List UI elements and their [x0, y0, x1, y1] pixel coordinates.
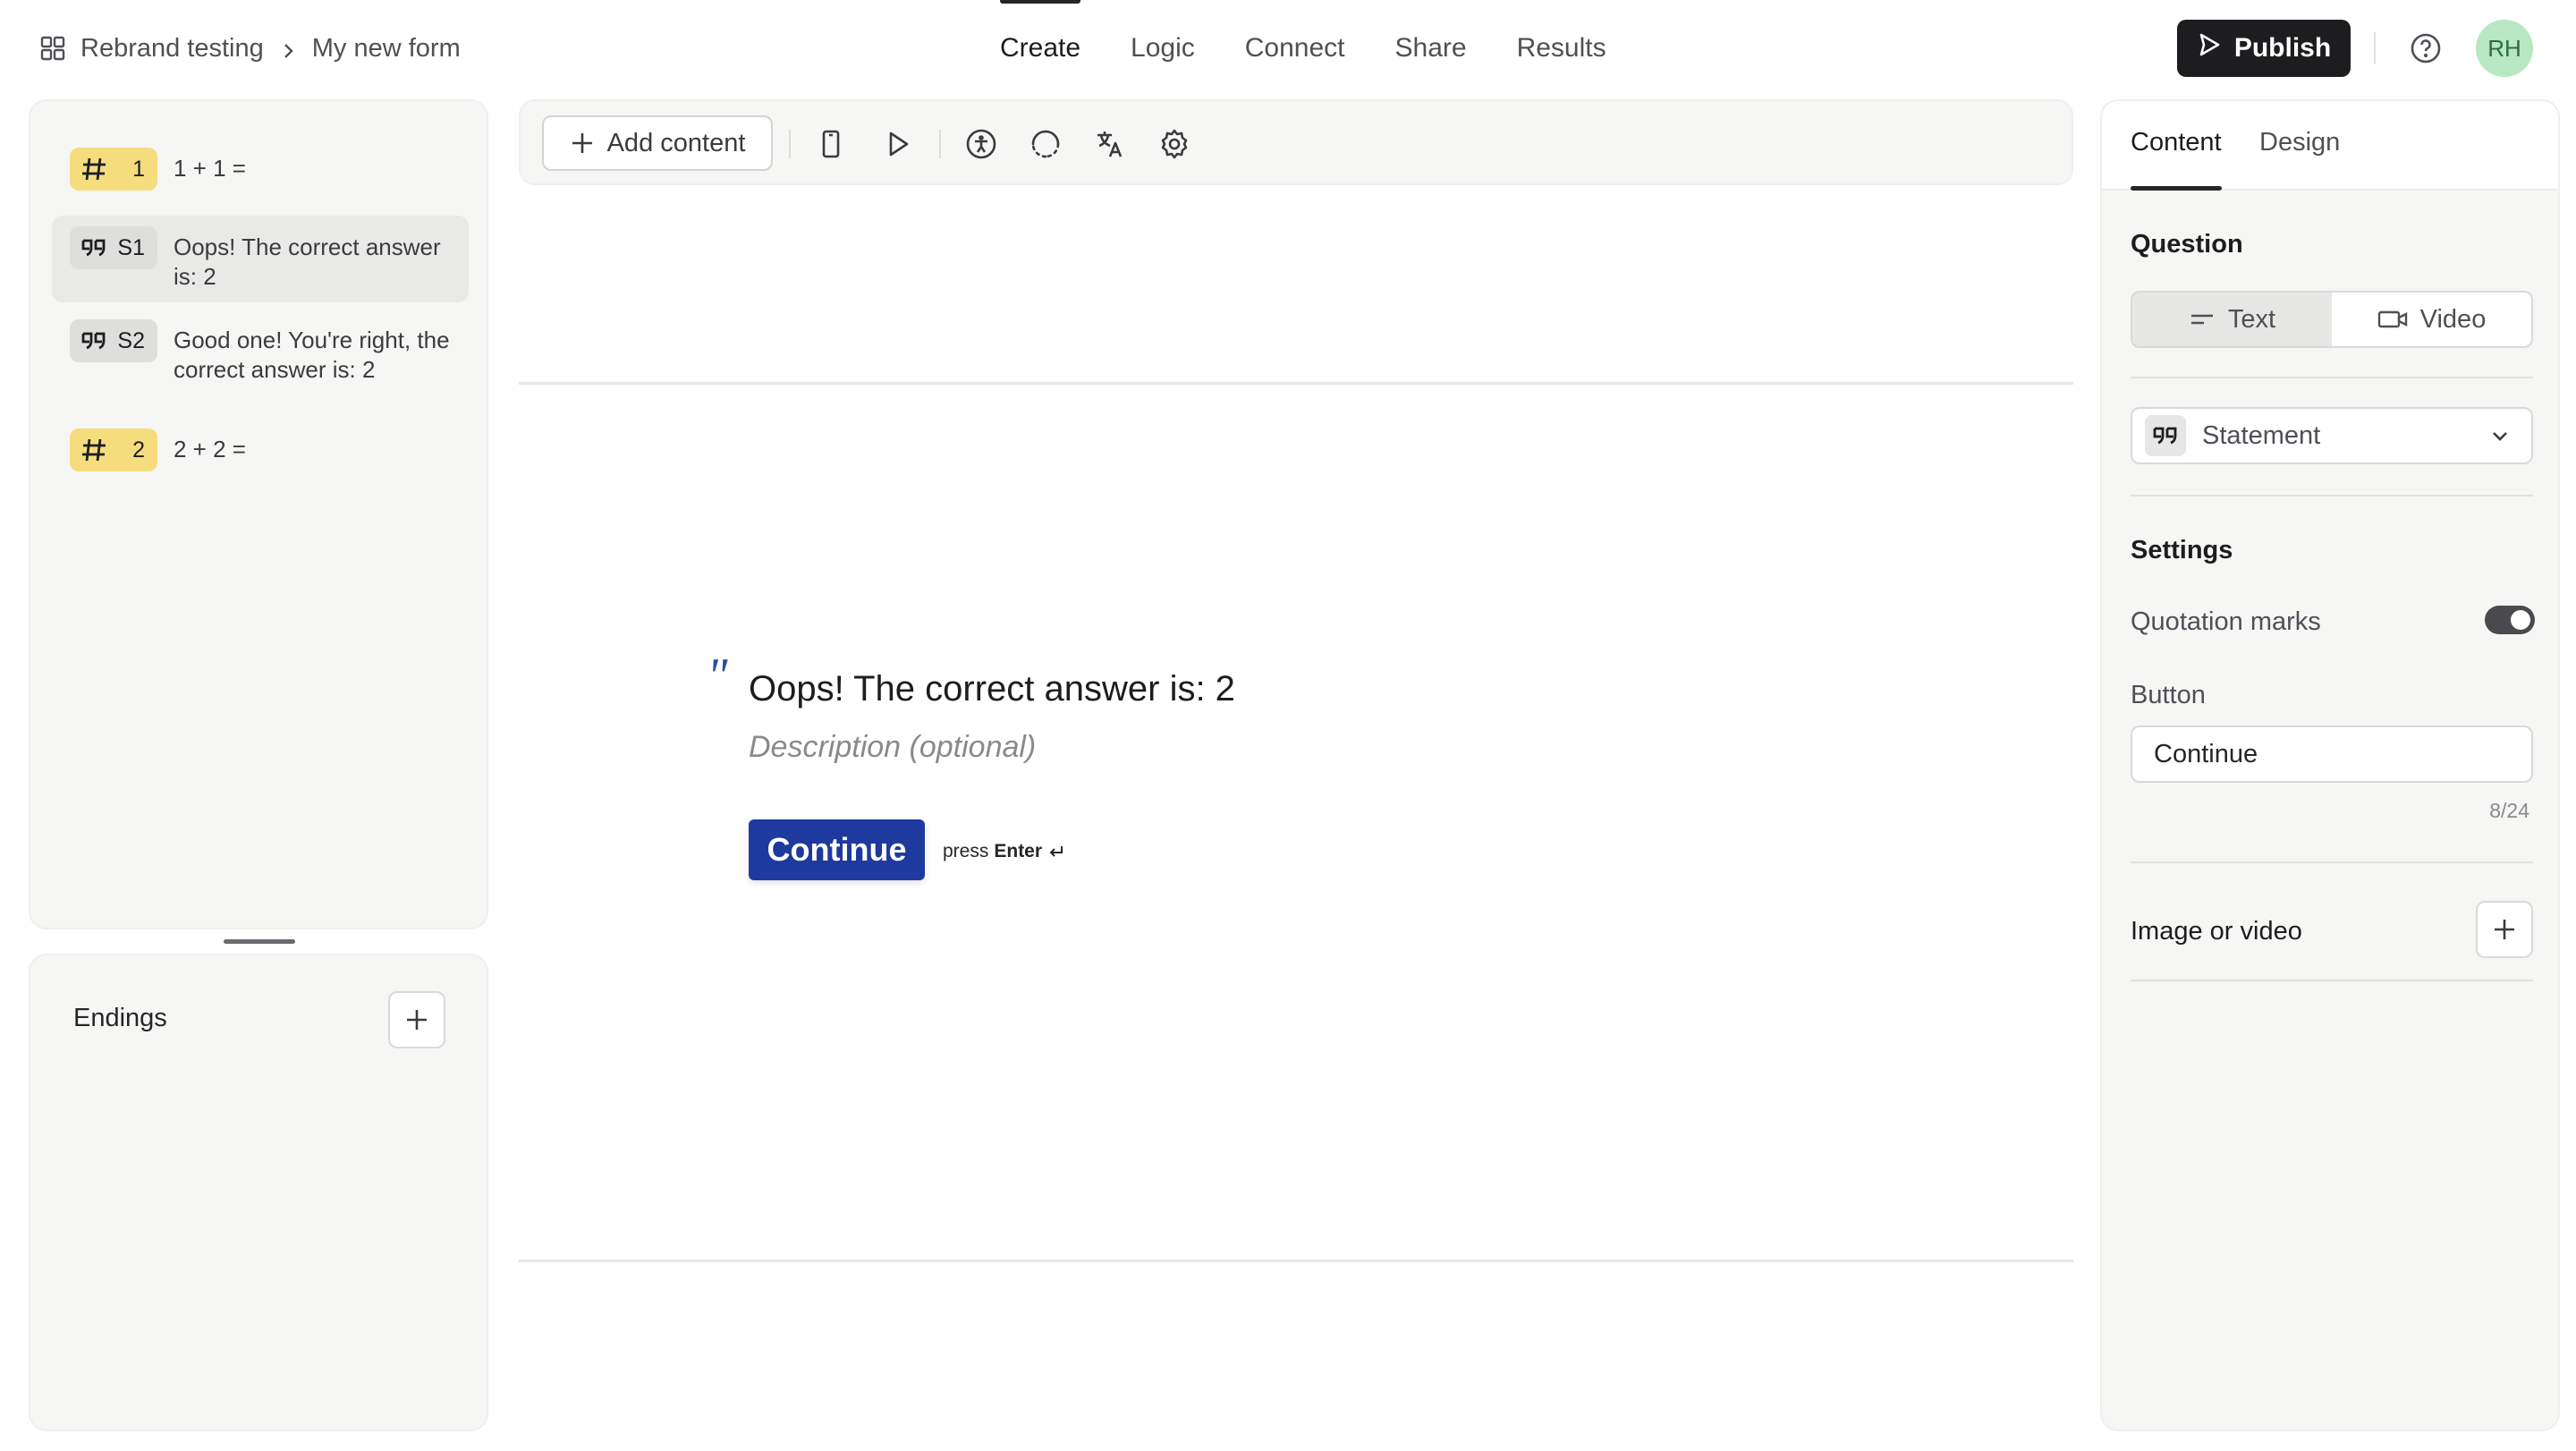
- publish-button[interactable]: Publish: [2177, 20, 2351, 77]
- question-item-selected[interactable]: S1 Oops! The correct answer is: 2: [52, 216, 469, 302]
- tab-content[interactable]: Content: [2131, 128, 2222, 191]
- avatar[interactable]: RH: [2476, 20, 2533, 77]
- add-ending-button[interactable]: [388, 991, 445, 1048]
- tab-design[interactable]: Design: [2259, 128, 2340, 189]
- toolbar-divider: [789, 130, 791, 158]
- tab-share[interactable]: Share: [1370, 0, 1492, 97]
- continue-button[interactable]: Continue: [749, 819, 925, 880]
- question-number: 2: [132, 437, 145, 462]
- statement-number: S1: [117, 234, 145, 260]
- main-nav: Create Logic Connect Share Results: [975, 0, 1631, 97]
- properties-tabs: Content Design: [2102, 101, 2558, 191]
- properties-panel: Content Design Question Text Video State…: [2100, 99, 2560, 1431]
- video-option-label: Video: [2419, 304, 2487, 334]
- add-content-label: Add content: [606, 128, 746, 157]
- accessibility-icon[interactable]: [964, 127, 998, 161]
- question-list-panel: 1 1 + 1 = S1 Oops! The correct answer is…: [29, 99, 488, 929]
- statement-number: S2: [117, 327, 145, 353]
- quote-icon: [81, 332, 106, 350]
- toolbar-divider: [939, 130, 941, 158]
- section-divider: [2131, 861, 2533, 863]
- endings-panel: Endings: [29, 954, 488, 1431]
- canvas-top-divider: [519, 382, 2073, 385]
- text-format-option[interactable]: Text: [2132, 293, 2332, 346]
- canvas-bottom-divider: [519, 1260, 2073, 1262]
- question-text: Oops! The correct answer is: 2: [174, 233, 441, 290]
- endings-label: Endings: [73, 1004, 167, 1032]
- question-type-select[interactable]: Statement: [2131, 407, 2533, 464]
- image-or-video-label: Image or video: [2131, 917, 2302, 946]
- tab-results[interactable]: Results: [1492, 0, 1631, 97]
- section-divider: [2131, 495, 2533, 496]
- question-number: 1: [132, 156, 145, 182]
- question-type-value: Statement: [2202, 420, 2321, 450]
- publish-label: Publish: [2233, 33, 2332, 63]
- gear-icon[interactable]: [1157, 127, 1191, 161]
- toggle-knob: [2511, 610, 2530, 630]
- add-content-button[interactable]: Add content: [542, 115, 773, 171]
- question-item[interactable]: S2 Good one! You're right, the correct a…: [52, 309, 469, 395]
- quotation-marks-toggle[interactable]: [2485, 606, 2535, 634]
- header-divider: [2374, 32, 2376, 64]
- breadcrumb: Rebrand testing My new form: [39, 30, 461, 66]
- plus-icon: [2495, 920, 2514, 939]
- loading-spinner-icon[interactable]: [1029, 127, 1063, 161]
- question-item[interactable]: 2 2 + 2 =: [52, 418, 469, 482]
- mobile-preview-icon[interactable]: [814, 127, 848, 161]
- enter-key-icon: [1049, 846, 1063, 857]
- press-label: press: [943, 841, 989, 861]
- button-text-input[interactable]: [2131, 726, 2533, 783]
- tab-logic[interactable]: Logic: [1106, 0, 1220, 97]
- enter-label: Enter: [994, 841, 1043, 861]
- quotation-mark-icon: ": [707, 649, 728, 704]
- quotation-marks-label: Quotation marks: [2131, 607, 2321, 636]
- press-enter-hint: press Enter: [943, 841, 1065, 862]
- question-format-toggle: Text Video: [2131, 291, 2533, 348]
- tab-connect[interactable]: Connect: [1220, 0, 1370, 97]
- editor-toolbar: Add content: [519, 99, 2073, 185]
- top-bar: Rebrand testing My new form Create Logic…: [0, 0, 2576, 97]
- quote-icon: [2145, 415, 2186, 456]
- section-divider: [2131, 980, 2533, 981]
- section-divider: [2131, 377, 2533, 378]
- chevron-right-icon: [278, 38, 298, 58]
- question-section-label: Question: [2131, 230, 2243, 259]
- breadcrumb-form[interactable]: My new form: [312, 34, 461, 64]
- question-item[interactable]: 1 1 + 1 =: [52, 137, 469, 201]
- help-icon[interactable]: [2408, 30, 2444, 66]
- add-media-button[interactable]: [2476, 901, 2533, 958]
- play-preview-icon[interactable]: [880, 127, 914, 161]
- panel-resize-handle[interactable]: [224, 939, 295, 944]
- video-format-option[interactable]: Video: [2332, 293, 2531, 346]
- chevron-down-icon: [2493, 432, 2507, 441]
- video-camera-icon: [2377, 310, 2407, 328]
- character-counter: 8/24: [2489, 799, 2529, 822]
- text-lines-icon: [2190, 314, 2213, 325]
- text-option-label: Text: [2227, 304, 2276, 334]
- question-text: 1 + 1 =: [174, 155, 246, 182]
- question-text: Good one! You're right, the correct answ…: [174, 327, 450, 383]
- workspace-grid-icon[interactable]: [39, 35, 66, 62]
- plus-icon: [572, 133, 592, 153]
- statement-title[interactable]: Oops! The correct answer is: 2: [749, 669, 1235, 709]
- button-label: Button: [2131, 681, 2206, 709]
- statement-description[interactable]: Description (optional): [749, 730, 1036, 765]
- hash-icon: [82, 157, 106, 181]
- statement-badge: S1: [70, 226, 157, 269]
- question-text: 2 + 2 =: [174, 436, 246, 462]
- number-question-badge: 2: [70, 429, 157, 471]
- hash-icon: [82, 438, 106, 462]
- breadcrumb-workspace[interactable]: Rebrand testing: [80, 34, 264, 64]
- tab-create[interactable]: Create: [975, 0, 1106, 97]
- send-icon: [2197, 32, 2222, 64]
- number-question-badge: 1: [70, 148, 157, 191]
- settings-section-label: Settings: [2131, 536, 2233, 564]
- translate-icon[interactable]: [1093, 127, 1127, 161]
- plus-icon: [407, 1010, 427, 1030]
- quote-icon: [81, 239, 106, 257]
- statement-badge: S2: [70, 319, 157, 362]
